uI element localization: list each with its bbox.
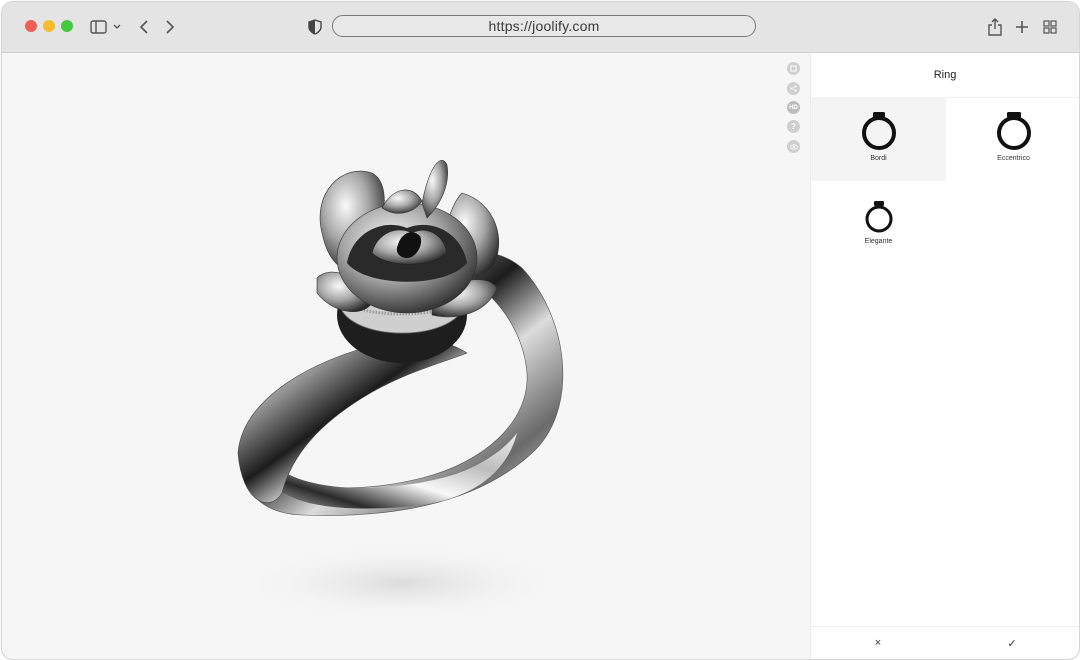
ring-icon xyxy=(865,201,892,233)
address-url: https://joolify.com xyxy=(488,18,600,34)
address-bar[interactable]: https://joolify.com xyxy=(332,15,756,37)
shield-icon xyxy=(308,19,322,35)
confirm-button[interactable]: ✓ xyxy=(945,627,1079,659)
help-button[interactable]: ? xyxy=(787,120,800,133)
option-eccentrico[interactable]: Eccentrico xyxy=(946,97,1079,181)
option-elegante[interactable]: Elegante xyxy=(811,181,946,265)
panel-footer: × ✓ xyxy=(811,626,1079,659)
browser-window: https://joolify.com HD ? Ring Bordi Ecce… xyxy=(1,1,1080,660)
minimize-window-button[interactable] xyxy=(43,20,55,32)
fullscreen-icon xyxy=(790,65,797,72)
chevron-right-icon xyxy=(166,20,175,34)
help-icon: ? xyxy=(791,122,796,131)
cancel-button[interactable]: × xyxy=(811,627,945,659)
sidebar-icon xyxy=(90,20,121,34)
share-button[interactable] xyxy=(986,16,1004,38)
browser-toolbar: https://joolify.com xyxy=(2,2,1079,53)
ring-icon xyxy=(861,112,896,150)
ring-render-image xyxy=(232,160,572,623)
plus-icon xyxy=(1016,21,1028,33)
new-tab-button[interactable] xyxy=(1013,16,1031,38)
option-label: Eccentrico xyxy=(997,155,1030,162)
option-label: Bordi xyxy=(870,155,887,162)
tab-overview-icon xyxy=(1043,20,1057,34)
hd-icon: HD xyxy=(789,104,798,111)
chevron-left-icon xyxy=(139,20,148,34)
forward-button[interactable] xyxy=(162,16,178,38)
view-icon xyxy=(789,143,798,150)
zoom-window-button[interactable] xyxy=(61,20,73,32)
back-button[interactable] xyxy=(136,16,152,38)
sidebar-toggle-button[interactable] xyxy=(90,16,124,38)
hd-toggle-button[interactable]: HD xyxy=(787,101,800,114)
panel-title: Ring xyxy=(811,53,1079,98)
share-icon xyxy=(988,18,1002,36)
view-toggle-button[interactable] xyxy=(787,140,800,153)
ring-icon xyxy=(996,112,1031,150)
fullscreen-button[interactable] xyxy=(787,62,800,75)
ring-3d-viewer[interactable] xyxy=(2,53,810,659)
configurator-panel: Ring Bordi Eccentrico Elegante × ✓ xyxy=(810,53,1079,659)
option-label: Elegante xyxy=(864,238,893,245)
viewer-share-button[interactable] xyxy=(787,82,800,95)
option-bordi[interactable]: Bordi xyxy=(811,97,946,181)
tab-overview-button[interactable] xyxy=(1041,16,1059,38)
close-window-button[interactable] xyxy=(25,20,37,32)
share-icon xyxy=(790,85,797,92)
privacy-report-button[interactable] xyxy=(307,16,323,38)
